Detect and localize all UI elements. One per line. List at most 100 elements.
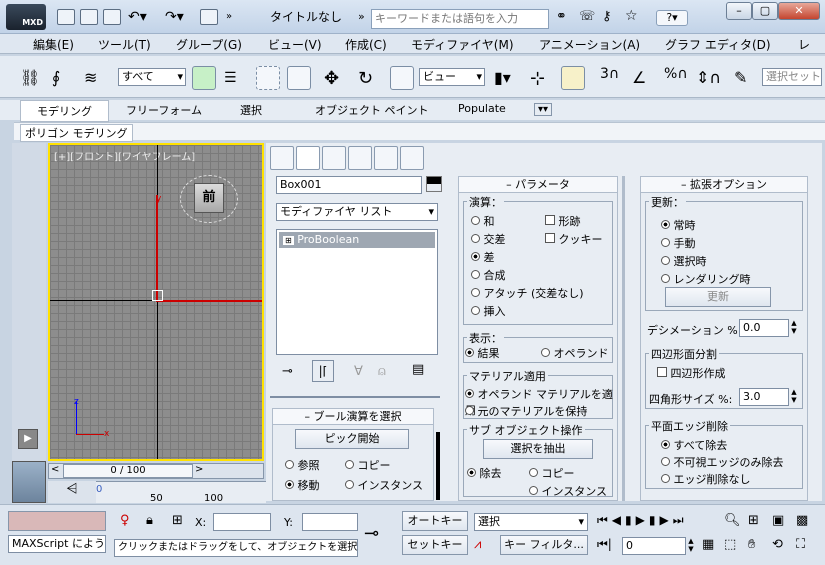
more-icon[interactable]: »: [226, 11, 232, 22]
op-attach[interactable]: アタッチ (交差なし): [471, 285, 584, 301]
bind-space-warp-icon[interactable]: ≋: [84, 68, 97, 87]
pick-opt-copy[interactable]: コピー: [345, 457, 391, 473]
maximize-button[interactable]: ▢: [752, 2, 778, 20]
default-tangents-icon[interactable]: ⩘: [474, 537, 481, 552]
select-object-icon[interactable]: [192, 66, 216, 90]
modifier-stack[interactable]: ⊞ ProBoolean: [276, 229, 438, 355]
pick-opt-instance[interactable]: インスタンス: [345, 477, 423, 493]
remove-modifier-icon[interactable]: ⍝: [378, 364, 386, 379]
key-mode-dropdown[interactable]: 選択 ▾: [474, 513, 588, 531]
display-operands[interactable]: オペランド: [541, 345, 609, 361]
viewport-thumbnail[interactable]: [12, 461, 46, 503]
op-merge[interactable]: 合成: [471, 267, 506, 283]
modifier-list-dropdown[interactable]: モディファイヤ リスト ▾: [276, 203, 438, 221]
redo-icon[interactable]: ↷▾: [165, 9, 184, 25]
planar-no-removal[interactable]: エッジ削除なし: [661, 471, 751, 487]
app-logo[interactable]: MXD: [6, 4, 46, 30]
menu-tools[interactable]: ツール(T): [98, 36, 151, 53]
track-bar[interactable]: 0 50 100: [96, 481, 266, 504]
auto-key-button[interactable]: オートキー: [402, 511, 468, 531]
update-always[interactable]: 常時: [661, 217, 696, 233]
minimize-button[interactable]: –: [726, 2, 752, 20]
move-icon[interactable]: ✥: [324, 68, 339, 89]
make-unique-icon[interactable]: ∀: [354, 364, 363, 379]
isolate-selection-icon[interactable]: ♀: [120, 513, 130, 528]
time-configuration-icon[interactable]: ▦: [702, 537, 714, 552]
modify-tab-icon[interactable]: [296, 146, 320, 170]
pin-stack-icon[interactable]: ⊸: [282, 364, 293, 379]
close-button[interactable]: ✕: [778, 2, 820, 20]
absolute-mode-icon[interactable]: ⊞: [172, 513, 183, 528]
mini-curve-editor-icon[interactable]: ⩤: [48, 481, 96, 503]
stack-item[interactable]: ⊞ ProBoolean: [279, 232, 435, 248]
zoom-icon[interactable]: 🔍︎: [724, 513, 741, 528]
snap-toggle-icon[interactable]: 3∩: [600, 66, 619, 82]
pivot-icon[interactable]: ▮▾: [494, 68, 511, 87]
rect-region-icon[interactable]: [256, 66, 280, 90]
planar-remove-all[interactable]: すべて除去: [661, 437, 727, 453]
pan-icon[interactable]: ✋︎: [748, 537, 755, 552]
make-quads-checkbox[interactable]: 四辺形作成: [657, 365, 726, 381]
communication-icon[interactable]: ☏: [579, 9, 595, 24]
key-mode-toggle-icon[interactable]: ⏮|: [597, 537, 612, 552]
orbit-icon[interactable]: ⟲: [772, 537, 783, 552]
menu-create[interactable]: 作成(C): [345, 36, 387, 53]
selection-filter-dropdown[interactable]: すべて ▾: [118, 68, 186, 86]
motion-tab-icon[interactable]: [348, 146, 372, 170]
edit-named-selection-icon[interactable]: ✎: [734, 68, 747, 87]
zoom-all-icon[interactable]: ⊞: [748, 513, 759, 528]
viewport-front[interactable]: [+][フロント][ワイヤフレーム] y 前 z x: [48, 143, 264, 461]
named-selection-input[interactable]: 選択セット: [762, 68, 822, 86]
op-intersection[interactable]: 交差: [471, 231, 506, 247]
decimation-input[interactable]: 0.0: [739, 319, 789, 337]
frame-spinner[interactable]: ▲ ▼: [686, 537, 696, 555]
key-filters-button[interactable]: キー フィルタ...: [500, 535, 588, 555]
extract-copy[interactable]: コピー: [529, 465, 575, 481]
update-button[interactable]: 更新: [665, 287, 771, 307]
parameters-rollout-title[interactable]: – パラメータ: [459, 177, 617, 193]
viewcube-face[interactable]: 前: [194, 183, 224, 213]
select-manipulate-icon[interactable]: ⊹: [530, 68, 545, 89]
ribbon-tab-freeform[interactable]: フリーフォーム: [126, 102, 202, 118]
y-coordinate-input[interactable]: [302, 513, 358, 531]
percent-snap-icon[interactable]: %∩: [664, 66, 688, 82]
zoom-extents-all-icon[interactable]: ▩: [796, 513, 808, 528]
sub-tab-polygon-modeling[interactable]: ポリゴン モデリング: [20, 124, 133, 142]
op-subtraction[interactable]: 差: [471, 249, 495, 265]
spinner-snap-icon[interactable]: ⇕∩: [696, 68, 721, 87]
imprint-checkbox[interactable]: 形跡: [545, 213, 581, 229]
zoom-extents-icon[interactable]: ▣: [772, 513, 784, 528]
select-by-name-icon[interactable]: ☰: [224, 70, 237, 86]
menu-view[interactable]: ビュー(V): [268, 36, 322, 53]
angle-snap-icon[interactable]: ∠: [632, 68, 646, 87]
quad-size-spinner[interactable]: ▲ ▼: [789, 388, 799, 406]
extract-remove[interactable]: 除去: [467, 465, 502, 481]
extract-selected-button[interactable]: 選択を抽出: [483, 439, 593, 459]
update-when-rendering[interactable]: レンダリング時: [661, 271, 751, 287]
ribbon-tab-object-paint[interactable]: オブジェクト ペイント: [315, 102, 429, 118]
time-slider[interactable]: < 0 / 100 >: [48, 463, 264, 479]
menu-group[interactable]: グループ(G): [176, 36, 242, 53]
field-of-view-icon[interactable]: ⬚: [724, 537, 736, 552]
update-when-selected[interactable]: 選択時: [661, 253, 707, 269]
maxscript-mini-listener[interactable]: MAXScript によう: [8, 535, 106, 553]
play-preview-icon[interactable]: ▶: [18, 429, 38, 449]
set-key-icon[interactable]: ⊸: [364, 523, 379, 544]
menu-animation[interactable]: アニメーション(A): [539, 36, 640, 53]
display-tab-icon[interactable]: [374, 146, 398, 170]
show-end-result-icon[interactable]: |⌈: [312, 360, 334, 382]
pick-start-button[interactable]: ピック開始: [295, 429, 409, 449]
pick-opt-move[interactable]: 移動: [285, 477, 320, 493]
playback-controls[interactable]: ⏮◀▮▶▮▶⏭: [597, 513, 688, 528]
ref-coord-dropdown[interactable]: ビュー ▾: [419, 68, 485, 86]
undo-icon[interactable]: ↶▾: [128, 9, 147, 25]
rollout-scrollbar[interactable]: [622, 176, 625, 501]
time-slider-thumb[interactable]: 0 / 100: [63, 464, 193, 478]
help-button[interactable]: ?▾: [656, 10, 688, 26]
ribbon-tab-modeling[interactable]: モデリング: [20, 100, 109, 122]
rotate-icon[interactable]: ↻: [358, 68, 373, 89]
ribbon-tab-selection[interactable]: 選択: [240, 102, 262, 118]
utilities-tab-icon[interactable]: [400, 146, 424, 170]
object-color-swatch[interactable]: [426, 176, 442, 192]
menu-rendering[interactable]: レ: [798, 36, 810, 53]
